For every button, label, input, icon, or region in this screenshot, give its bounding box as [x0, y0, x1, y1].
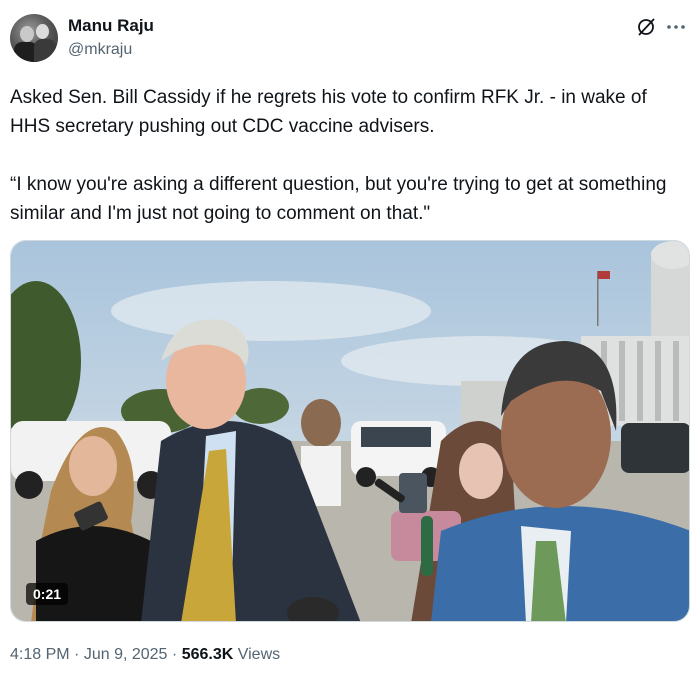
grok-icon[interactable]	[636, 17, 656, 37]
more-dots-icon[interactable]	[664, 17, 688, 37]
tweet-date[interactable]: Jun 9, 2025	[84, 646, 168, 663]
meta-separator-2: ·	[171, 646, 178, 663]
author-name[interactable]: Manu Raju	[68, 16, 154, 36]
tweet-time[interactable]: 4:18 PM	[10, 646, 70, 663]
meta-separator: ·	[74, 646, 80, 663]
video-duration-badge: 0:21	[26, 583, 69, 605]
author-handle[interactable]: @mkraju	[68, 40, 132, 60]
video-player[interactable]	[10, 240, 690, 622]
tweet-meta: 4:18 PM · Jun 9, 2025 · 566.3K Views	[10, 645, 280, 665]
views-label: Views	[237, 646, 281, 663]
views-count[interactable]: 566.3K	[182, 646, 234, 663]
video-frame	[11, 241, 689, 621]
avatar[interactable]	[10, 14, 58, 62]
tweet-text: Asked Sen. Bill Cassidy if he regrets hi…	[10, 87, 667, 224]
